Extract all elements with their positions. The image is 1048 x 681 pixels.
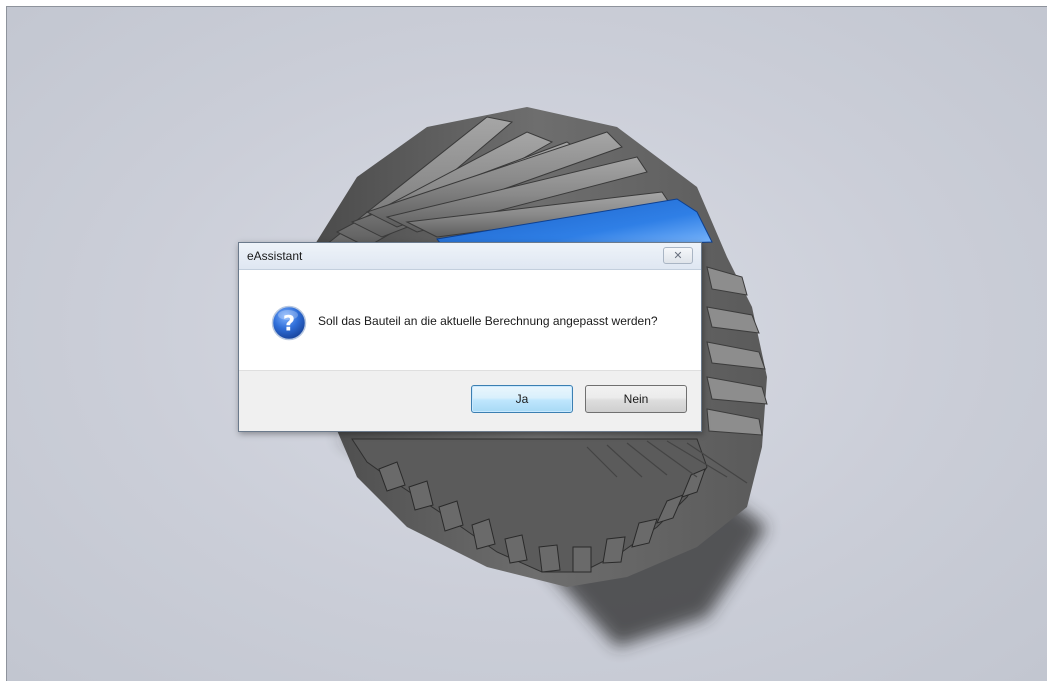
svg-text:?: ?: [283, 312, 295, 336]
message-dialog: eAssistant ✕ ? Soll das Bauteil an die a…: [238, 242, 702, 432]
dialog-content: ? Soll das Bauteil an die aktuelle Berec…: [239, 270, 701, 370]
question-icon: ?: [271, 305, 307, 341]
dialog-titlebar[interactable]: eAssistant ✕: [239, 243, 701, 270]
close-button[interactable]: ✕: [663, 247, 693, 264]
close-icon: ✕: [673, 249, 683, 262]
yes-button[interactable]: Ja: [471, 385, 573, 413]
no-button[interactable]: Nein: [585, 385, 687, 413]
dialog-message: Soll das Bauteil an die aktuelle Berechn…: [318, 314, 658, 328]
dialog-title: eAssistant: [247, 249, 303, 263]
dialog-button-bar: Ja Nein: [239, 370, 701, 431]
